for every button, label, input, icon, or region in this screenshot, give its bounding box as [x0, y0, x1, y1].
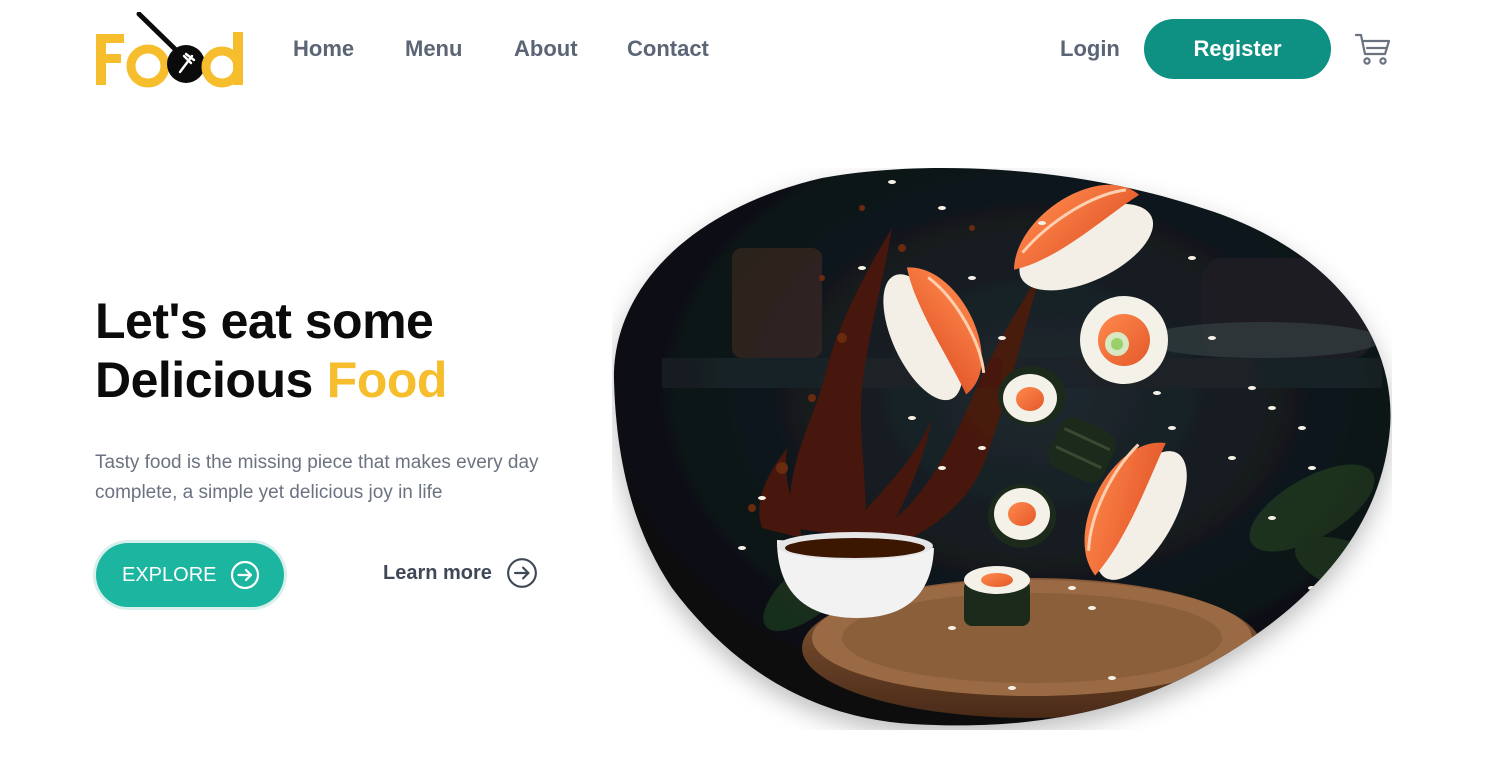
cart-icon[interactable]	[1355, 32, 1391, 66]
hero-description: Tasty food is the missing piece that mak…	[95, 452, 539, 503]
food-logo[interactable]	[94, 12, 249, 90]
nav-menu[interactable]: Menu	[405, 36, 462, 62]
nav-home[interactable]: Home	[293, 36, 354, 62]
register-button[interactable]: Register	[1144, 19, 1331, 79]
arrow-circle-right-icon	[231, 560, 260, 590]
learn-more-label: Learn more	[383, 561, 492, 584]
nav-about[interactable]: About	[514, 36, 578, 62]
hero-headline: Let's eat some Delicious Food	[95, 292, 447, 410]
explore-label: EXPLORE	[122, 563, 217, 586]
nav-contact[interactable]: Contact	[627, 36, 709, 62]
login-link[interactable]: Login	[1060, 36, 1120, 62]
headline-line1: Let's eat some	[95, 293, 434, 349]
hero-food-image	[613, 168, 1391, 726]
arrow-circle-right-icon	[507, 558, 537, 588]
explore-button[interactable]: EXPLORE	[96, 543, 284, 607]
headline-line2: Delicious	[95, 352, 313, 408]
headline-accent: Food	[326, 352, 448, 408]
learn-more-link[interactable]: Learn more	[383, 557, 538, 589]
